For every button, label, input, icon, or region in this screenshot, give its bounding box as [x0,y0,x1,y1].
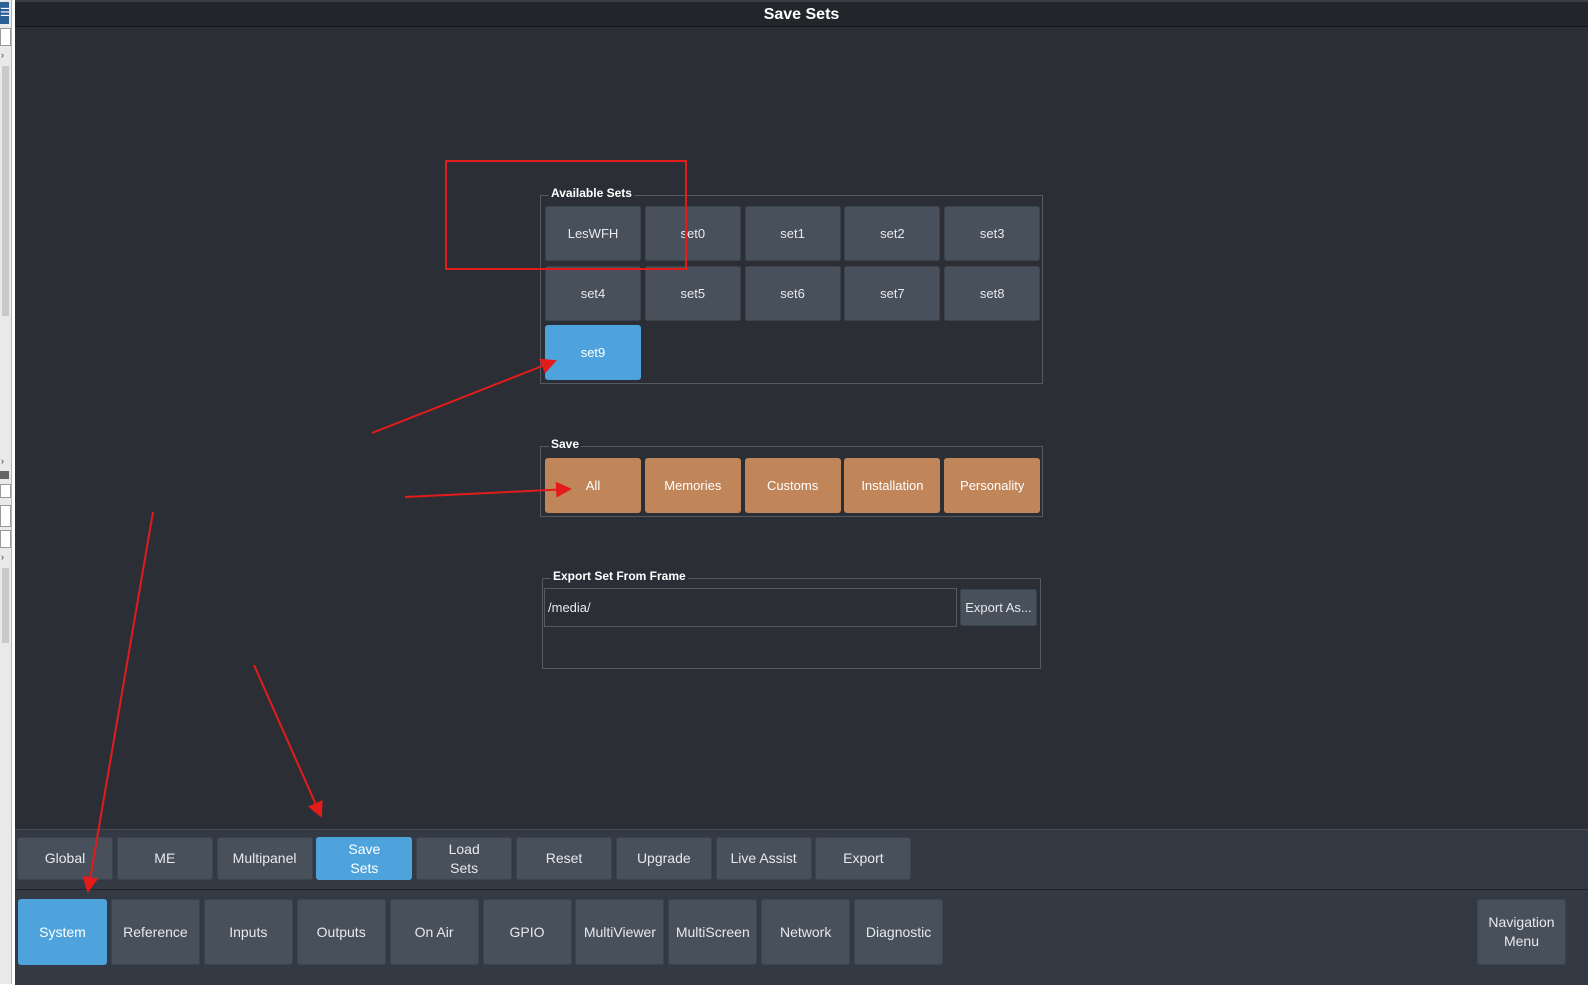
set-button-set4[interactable]: set4 [545,265,641,321]
hamburger-menu-icon[interactable]: ☰ [0,2,10,24]
save-sets-app: Save Sets Available Sets Save Export Set… [15,0,1588,985]
subtab-me[interactable]: ME [116,837,213,880]
maintab-multiviewer[interactable]: MultiViewer [575,899,665,965]
save-label: Save [549,437,582,451]
window-title: Save Sets [15,0,1588,27]
side-field[interactable] [0,28,11,46]
chevron-icon: › [1,456,4,466]
maintab-diagnostic[interactable]: Diagnostic [854,899,944,965]
maintab-system[interactable]: System [18,899,107,965]
export-as-button[interactable]: Export As... [960,589,1037,626]
subtab-upgrade[interactable]: Upgrade [615,837,712,880]
set-button-set1[interactable]: set1 [744,206,841,261]
divider [0,471,9,479]
set-button-set9[interactable]: set9 [545,325,641,380]
subtab-export[interactable]: Export [815,837,912,880]
chevron-icon: › [1,552,4,562]
export-set-label: Export Set From Frame [551,569,688,583]
save-customs-button[interactable]: Customs [744,458,841,513]
trash-icon[interactable] [0,505,11,527]
set-button-set8[interactable]: set8 [944,265,1041,321]
set-button-leswfh[interactable]: LesWFH [545,206,641,261]
export-path-input[interactable]: /media/ [544,588,957,627]
subtab-multipanel[interactable]: Multipanel [216,837,313,880]
background-app-strip: ☰ › › › [0,0,12,984]
side-square-icon[interactable] [0,484,11,498]
scrollbar-track[interactable] [2,66,9,316]
maintab-multiscreen[interactable]: MultiScreen [668,899,758,965]
set-button-set0[interactable]: set0 [644,206,741,261]
maintab-outputs[interactable]: Outputs [296,899,386,965]
maintab-reference[interactable]: Reference [110,899,200,965]
subtab-save-sets[interactable]: Save Sets [316,837,413,880]
subtab-global[interactable]: Global [17,837,113,880]
set-button-set6[interactable]: set6 [744,265,841,321]
maintab-on-air[interactable]: On Air [389,899,479,965]
available-sets-label: Available Sets [549,186,634,200]
subtab-live-assist[interactable]: Live Assist [715,837,812,880]
subtab-reset[interactable]: Reset [516,837,612,880]
save-personality-button[interactable]: Personality [944,458,1041,513]
set-button-set3[interactable]: set3 [944,206,1041,261]
set-button-set7[interactable]: set7 [844,265,941,321]
maintab-inputs[interactable]: Inputs [203,899,293,965]
subtab-load-sets[interactable]: Load Sets [416,837,513,880]
scrollbar-track[interactable] [2,568,9,643]
save-all-button[interactable]: All [545,458,641,513]
side-field[interactable] [0,530,11,548]
maintab-gpio[interactable]: GPIO [482,899,572,965]
set-button-set5[interactable]: set5 [644,265,741,321]
save-memories-button[interactable]: Memories [644,458,741,513]
navigation-menu-button[interactable]: Navigation Menu [1477,899,1566,965]
save-installation-button[interactable]: Installation [844,458,941,513]
chevron-icon: › [1,50,4,60]
set-button-set2[interactable]: set2 [844,206,941,261]
maintab-network[interactable]: Network [761,899,851,965]
